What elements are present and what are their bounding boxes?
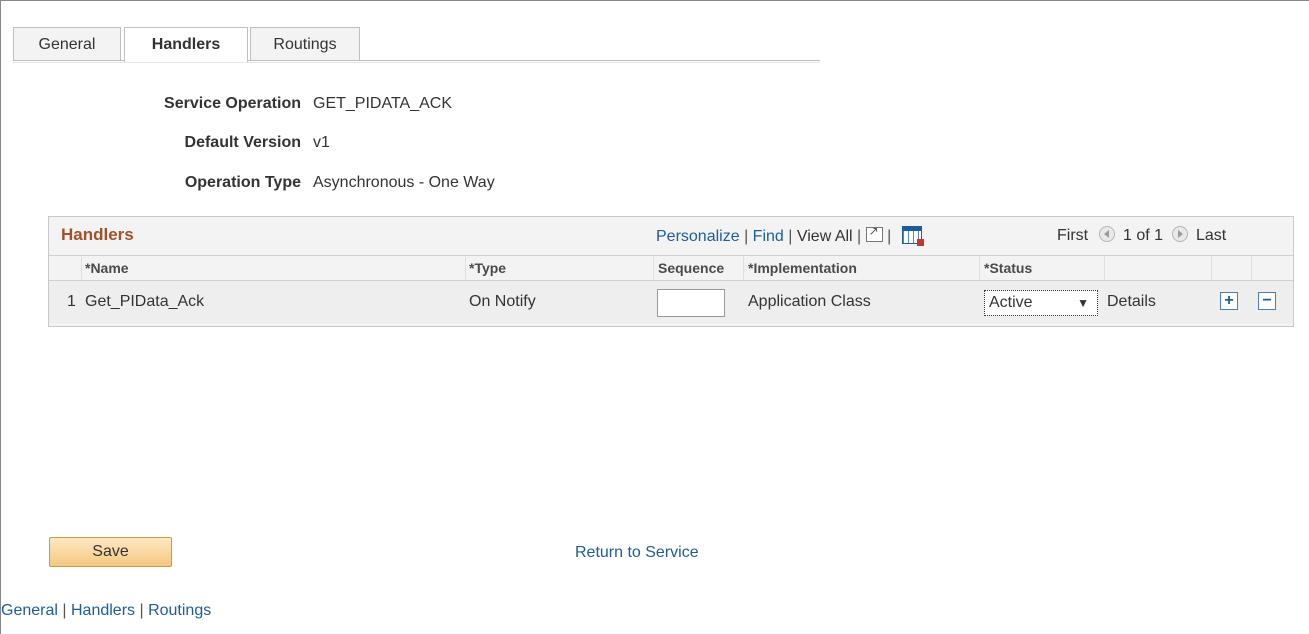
page-info: 1 of 1	[1123, 227, 1164, 244]
save-button[interactable]: Save	[49, 537, 172, 567]
personalize-link[interactable]: Personalize	[656, 228, 740, 245]
next-row-icon[interactable]	[1171, 226, 1188, 242]
view-all-link[interactable]: View All	[797, 228, 853, 245]
sequence-input[interactable]	[657, 289, 725, 317]
tab-general[interactable]: General	[13, 27, 121, 60]
details-link[interactable]: Details	[1107, 293, 1156, 311]
bottom-link-routings[interactable]: Routings	[148, 602, 211, 619]
column-divider	[743, 256, 744, 280]
bottom-link-handlers[interactable]: Handlers	[71, 602, 135, 619]
tab-handlers[interactable]: Handlers	[124, 27, 248, 62]
separator: |	[887, 228, 892, 245]
service-operation-row: Service Operation GET_PIDATA_ACK	[1, 93, 1309, 115]
bottom-tab-links: General | Handlers | Routings	[1, 602, 211, 620]
separator: |	[857, 228, 862, 245]
col-header-sequence: Sequence	[658, 260, 725, 276]
service-operation-label: Service Operation	[164, 95, 301, 112]
status-select-value: Active	[989, 294, 1033, 311]
col-header-name: *Name	[85, 260, 129, 276]
column-divider	[81, 256, 82, 280]
last-link[interactable]: Last	[1196, 227, 1226, 244]
find-link[interactable]: Find	[753, 228, 784, 245]
operation-type-label: Operation Type	[184, 174, 301, 191]
operation-type-row: Operation Type Asynchronous - One Way	[1, 172, 1309, 194]
handlers-grid: Handlers Personalize | Find | View All |…	[48, 216, 1294, 327]
separator: |	[62, 602, 67, 619]
grid-pagination: First 1 of 1 Last	[1057, 226, 1226, 245]
tab-routings[interactable]: Routings	[250, 27, 360, 60]
grid-toolbar: Personalize | Find | View All | |	[656, 224, 924, 246]
handler-implementation: Application Class	[748, 293, 871, 310]
column-divider	[1211, 256, 1212, 280]
default-version-label: Default Version	[184, 134, 301, 151]
first-link[interactable]: First	[1057, 227, 1088, 244]
col-header-implementation: *Implementation	[748, 260, 857, 276]
download-spreadsheet-icon[interactable]	[901, 226, 924, 246]
delete-row-button[interactable]: −	[1258, 292, 1276, 310]
column-divider	[465, 256, 466, 280]
grid-header-row: *Name *Type Sequence *Implementation *St…	[49, 255, 1293, 281]
add-row-button[interactable]: +	[1220, 292, 1238, 310]
service-operation-value: GET_PIDATA_ACK	[313, 95, 452, 112]
previous-row-icon[interactable]	[1098, 226, 1115, 242]
return-to-service-link[interactable]: Return to Service	[575, 544, 699, 562]
column-divider	[1104, 256, 1105, 280]
bottom-link-general[interactable]: General	[1, 602, 58, 619]
col-header-type: *Type	[469, 260, 507, 276]
zoom-grid-icon[interactable]	[865, 224, 883, 242]
status-select[interactable]: Active ▼	[984, 290, 1098, 316]
row-number: 1	[67, 293, 76, 310]
separator: |	[788, 228, 793, 245]
col-header-status: *Status	[984, 260, 1033, 276]
grid-title: Handlers	[61, 225, 134, 244]
operation-type-value: Asynchronous - One Way	[313, 174, 495, 191]
default-version-value: v1	[313, 134, 330, 151]
table-row: 1 Get_PIData_Ack On Notify Application C…	[49, 281, 1293, 323]
column-divider	[653, 256, 654, 280]
handler-type: On Notify	[469, 293, 536, 310]
column-divider	[979, 256, 980, 280]
default-version-row: Default Version v1	[1, 132, 1309, 154]
handler-name: Get_PIData_Ack	[85, 293, 205, 310]
column-divider	[1251, 256, 1252, 280]
tab-divider-shadow	[13, 62, 820, 63]
separator: |	[744, 228, 749, 245]
separator: |	[139, 602, 144, 619]
dropdown-arrow-icon: ▼	[1077, 296, 1089, 310]
